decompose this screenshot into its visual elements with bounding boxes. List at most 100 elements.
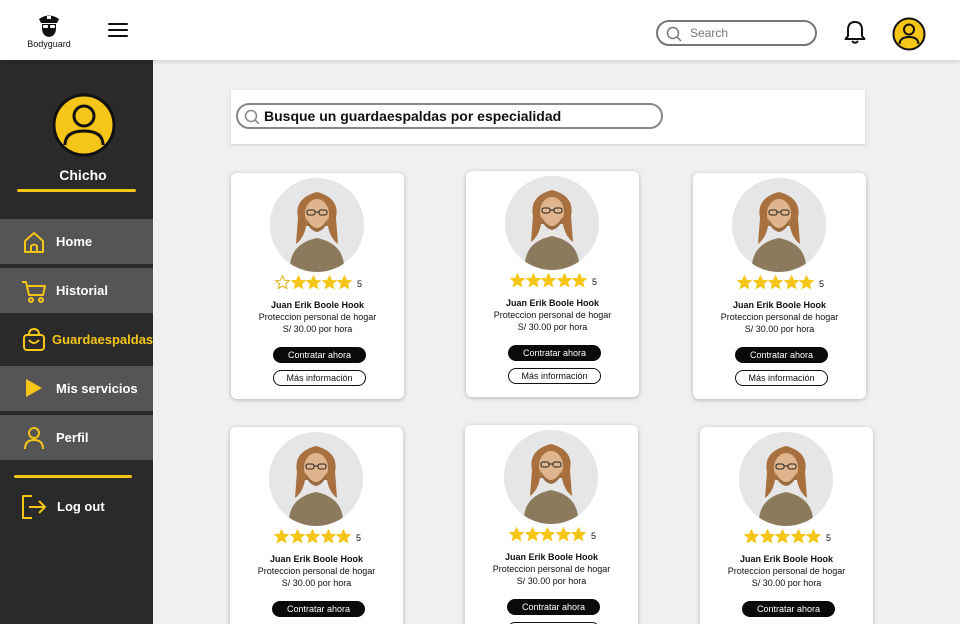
hire-now-button[interactable]: Contratar ahora xyxy=(735,347,828,363)
hire-now-button[interactable]: Contratar ahora xyxy=(508,345,601,361)
more-info-button[interactable]: Más información xyxy=(508,368,601,384)
search-icon xyxy=(244,109,260,125)
logout-label: Log out xyxy=(57,499,105,514)
sidebar-item-label: Mis servicios xyxy=(56,381,138,396)
star-filled-icon xyxy=(775,529,790,544)
play-icon xyxy=(26,379,42,397)
star-filled-icon xyxy=(737,275,752,290)
star-filled-icon xyxy=(790,529,806,544)
bodyguard-card: 5 Juan Erik Boole Hook Proteccion person… xyxy=(465,425,638,624)
cart-icon xyxy=(22,281,46,303)
bodyguard-name: Juan Erik Boole Hook xyxy=(732,300,827,310)
star-filled-icon xyxy=(274,529,289,544)
bodyguard-photo xyxy=(505,176,599,270)
star-filled-icon xyxy=(321,275,337,290)
bodyguard-card: 5 Juan Erik Boole Hook Proteccion person… xyxy=(231,173,404,399)
bodyguard-name: Juan Erik Boole Hook xyxy=(505,298,600,308)
rating-value: 5 xyxy=(356,533,362,543)
hire-now-button[interactable]: Contratar ahora xyxy=(742,601,835,617)
profile-avatar-icon[interactable] xyxy=(52,93,116,157)
star-filled-icon xyxy=(525,273,541,288)
rating-value: 5 xyxy=(826,533,832,543)
more-info-button[interactable]: Más información xyxy=(735,370,828,386)
bodyguard-photo xyxy=(732,178,826,272)
logout-button[interactable]: Log out xyxy=(0,486,153,526)
star-filled-icon xyxy=(555,527,571,542)
star-filled-icon xyxy=(510,273,525,288)
hamburger-menu-icon[interactable] xyxy=(108,23,128,39)
star-filled-icon xyxy=(572,273,587,288)
bodyguard-price: S/ 30.00 por hora xyxy=(281,578,352,588)
user-avatar-icon[interactable] xyxy=(892,17,926,51)
rating-value: 5 xyxy=(591,531,597,541)
header-search-input[interactable] xyxy=(690,24,810,42)
star-filled-icon xyxy=(799,275,814,290)
header-search[interactable] xyxy=(656,20,817,46)
star-filled-icon xyxy=(752,275,768,290)
sidebar-item-mis-servicios[interactable]: Mis servicios xyxy=(0,366,153,411)
star-filled-icon xyxy=(540,527,555,542)
sidebar-divider xyxy=(17,189,136,192)
bodyguard-specialty: Proteccion personal de hogar xyxy=(720,312,839,322)
bodyguard-card: 5 Juan Erik Boole Hook Proteccion person… xyxy=(700,427,873,624)
star-filled-icon xyxy=(556,273,572,288)
top-bar: Bodyguard xyxy=(0,0,960,60)
bodyguard-card: 5 Juan Erik Boole Hook Proteccion person… xyxy=(230,427,403,624)
sidebar-item-label: Home xyxy=(56,234,93,249)
sidebar-item-label: Perfil xyxy=(56,430,89,445)
star-filled-icon xyxy=(290,275,306,290)
hire-now-button[interactable]: Contratar ahora xyxy=(507,599,600,615)
bodyguard-name: Juan Erik Boole Hook xyxy=(269,554,364,564)
bodyguard-photo xyxy=(269,432,363,526)
sidebar-item-guardaespaldas[interactable]: Guardaespaldas xyxy=(0,317,153,362)
bodyguard-name: Juan Erik Boole Hook xyxy=(270,300,365,310)
star-filled-icon xyxy=(541,273,556,288)
bodyguard-specialty: Proteccion personal de hogar xyxy=(492,564,611,574)
bodyguard-price: S/ 30.00 por hora xyxy=(744,324,815,334)
shopping-bag-icon xyxy=(23,327,45,351)
star-filled-icon xyxy=(783,275,799,290)
bodyguard-name: Juan Erik Boole Hook xyxy=(504,552,599,562)
bodyguard-photo xyxy=(270,178,364,272)
search-icon xyxy=(666,26,682,42)
rating-value: 5 xyxy=(592,277,598,287)
bodyguard-price: S/ 30.00 por hora xyxy=(516,576,587,586)
bell-icon[interactable] xyxy=(843,19,867,45)
bodyguard-specialty: Proteccion personal de hogar xyxy=(258,312,377,322)
specialty-search-input[interactable] xyxy=(264,106,654,126)
sidebar-item-perfil[interactable]: Perfil xyxy=(0,415,153,460)
star-filled-icon xyxy=(806,529,821,544)
logout-icon xyxy=(22,495,46,519)
app-logo-text: Bodyguard xyxy=(27,39,71,49)
sidebar-item-home[interactable]: Home xyxy=(0,219,153,264)
bodyguard-photo xyxy=(504,430,598,524)
home-icon xyxy=(24,232,44,253)
rating-stars: 5 xyxy=(230,529,403,545)
hire-now-button[interactable]: Contratar ahora xyxy=(273,347,366,363)
star-filled-icon xyxy=(289,529,305,544)
hire-now-button[interactable]: Contratar ahora xyxy=(272,601,365,617)
star-outline-icon xyxy=(275,275,290,290)
star-filled-icon xyxy=(306,275,321,290)
sidebar-item-historial[interactable]: Historial xyxy=(0,268,153,313)
app-logo[interactable]: Bodyguard xyxy=(22,12,76,49)
sidebar-divider xyxy=(14,475,132,478)
sidebar-item-label: Historial xyxy=(56,283,109,298)
star-filled-icon xyxy=(571,527,586,542)
bodyguard-card: 5 Juan Erik Boole Hook Proteccion person… xyxy=(693,173,866,399)
star-filled-icon xyxy=(759,529,775,544)
bodyguard-specialty: Proteccion personal de hogar xyxy=(727,566,846,576)
star-filled-icon xyxy=(768,275,783,290)
specialty-search[interactable] xyxy=(236,103,663,129)
rating-value: 5 xyxy=(819,279,825,289)
star-filled-icon xyxy=(524,527,540,542)
bodyguard-price: S/ 30.00 por hora xyxy=(751,578,822,588)
sidebar-user-name: Chicho xyxy=(59,167,107,183)
star-filled-icon xyxy=(744,529,759,544)
bodyguard-specialty: Proteccion personal de hogar xyxy=(257,566,376,576)
rating-stars: 5 xyxy=(466,273,639,289)
star-filled-icon xyxy=(337,275,352,290)
rating-value: 5 xyxy=(357,279,363,289)
more-info-button[interactable]: Más información xyxy=(273,370,366,386)
specialty-search-panel xyxy=(231,90,865,144)
